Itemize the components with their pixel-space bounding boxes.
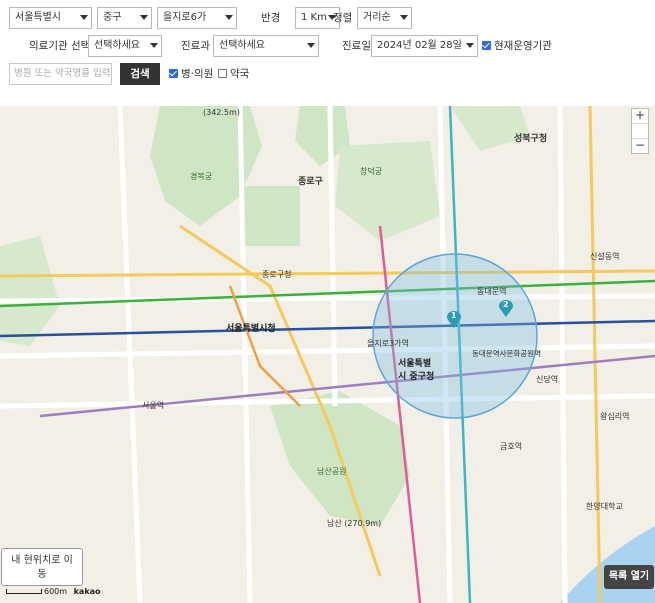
chevron-down-icon (150, 43, 158, 48)
chevron-down-icon (466, 43, 474, 48)
department-select[interactable]: 선택하세요 (213, 35, 319, 57)
department-label: 진료과 (181, 40, 210, 52)
label-inwangsan: (342.5m) (203, 108, 240, 117)
map-scale: 600m kakao (6, 587, 101, 596)
label-dongdaemun-station: 동대문역 (477, 287, 507, 296)
chevron-down-icon (80, 15, 88, 20)
date-label: 진료일 (342, 40, 371, 52)
search-placeholder: 병원 또는 약국명을 입력하 (14, 68, 112, 79)
radius-label: 반경 (261, 12, 281, 24)
city-select-value: 서울특별시 (15, 12, 61, 23)
date-picker[interactable]: 2024년 02월 28일 (371, 35, 478, 57)
chevron-down-icon (140, 15, 148, 20)
sort-select[interactable]: 거리순 (357, 7, 412, 29)
district-select-value: 중구 (103, 12, 122, 23)
my-location-button[interactable]: 내 현위치로 이동 (1, 548, 83, 586)
park-area (450, 106, 530, 151)
dong-select-value: 을지로6가 (163, 12, 207, 23)
label-jung-gu-office: 서울특별시 중구청 (398, 359, 435, 382)
institution-select[interactable]: 선택하세요 (88, 35, 162, 57)
zoom-control: + − (631, 108, 649, 154)
hospital-clinic-label: 병·의원 (181, 68, 214, 80)
institution-label: 의료기관 선택 (29, 40, 91, 52)
chevron-down-icon (307, 43, 315, 48)
label-geumho: 금호역 (500, 442, 523, 451)
radius-select-value: 1 Km (301, 12, 327, 23)
district-select[interactable]: 중구 (97, 7, 152, 29)
current-operating-label: 현재운영기관 (494, 40, 552, 52)
chevron-down-icon (225, 15, 233, 20)
city-select[interactable]: 서울특별시 (9, 7, 92, 29)
label-changdeokgung: 창덕궁 (360, 167, 383, 176)
search-input[interactable]: 병원 또는 약국명을 입력하 (9, 63, 112, 85)
label-hanyang-univ: 한양대학교 (586, 502, 623, 511)
label-dongdaemun-history: 동대문역사문화공원역 (472, 349, 541, 358)
search-button[interactable]: 검색 (120, 63, 160, 85)
zoom-slider[interactable] (632, 124, 648, 139)
map-view[interactable]: 1 2 서울특별시청 서울특별시 중구청 종로구 종로구청 동대문역 신설동역 … (0, 106, 655, 603)
department-select-value: 선택하세요 (219, 40, 265, 51)
label-jongno-gu-office: 종로구청 (262, 270, 292, 279)
search-panel: 서울특별시 중구 을지로6가 반경 1 Km 정렬 거리순 의료기관 선택 선택… (0, 0, 655, 99)
label-euljiro: 을지로3가역 (367, 339, 409, 348)
map-marker-1[interactable]: 1 (447, 311, 461, 329)
hospital-clinic-checkbox[interactable] (169, 69, 178, 78)
list-open-button[interactable]: 목록 열기 (604, 565, 654, 589)
marker-label: 1 (451, 311, 457, 320)
label-seongbuk: 성북구청 (514, 134, 548, 144)
park-area (335, 141, 440, 241)
label-city-hall: 서울특별시청 (226, 324, 276, 334)
label-sindang: 신당역 (536, 375, 559, 384)
dong-select[interactable]: 을지로6가 (157, 7, 237, 29)
map-marker-2[interactable]: 2 (499, 300, 513, 318)
park-area (240, 186, 300, 246)
date-value: 2024년 02월 28일 (377, 40, 462, 51)
marker-label: 2 (503, 300, 509, 309)
label-namsan-park: 남산공원 (317, 467, 347, 476)
pharmacy-checkbox[interactable] (218, 69, 227, 78)
label-gyeongbokgung: 경복궁 (190, 172, 213, 181)
pharmacy-label: 약국 (230, 68, 250, 80)
park-area (0, 236, 60, 346)
label-jongno-gu: 종로구 (298, 177, 323, 187)
sort-select-value: 거리순 (363, 12, 391, 23)
search-radius-circle (372, 253, 538, 419)
scale-text: 600m (44, 587, 68, 596)
zoom-in-button[interactable]: + (632, 109, 648, 124)
kakao-logo: kakao (73, 587, 101, 596)
institution-select-value: 선택하세요 (94, 40, 140, 51)
scale-bar-icon (6, 589, 42, 594)
label-namsan-tower: 남산 (270.9m) (327, 519, 382, 528)
chevron-down-icon (400, 15, 408, 20)
label-seoul-station: 서울역 (142, 401, 165, 410)
sort-label: 정렬 (333, 12, 353, 24)
label-wangsimni: 왕십리역 (600, 412, 630, 421)
zoom-out-button[interactable]: − (632, 139, 648, 153)
current-operating-checkbox[interactable] (482, 41, 491, 50)
label-sinseol: 신설동역 (590, 252, 620, 261)
